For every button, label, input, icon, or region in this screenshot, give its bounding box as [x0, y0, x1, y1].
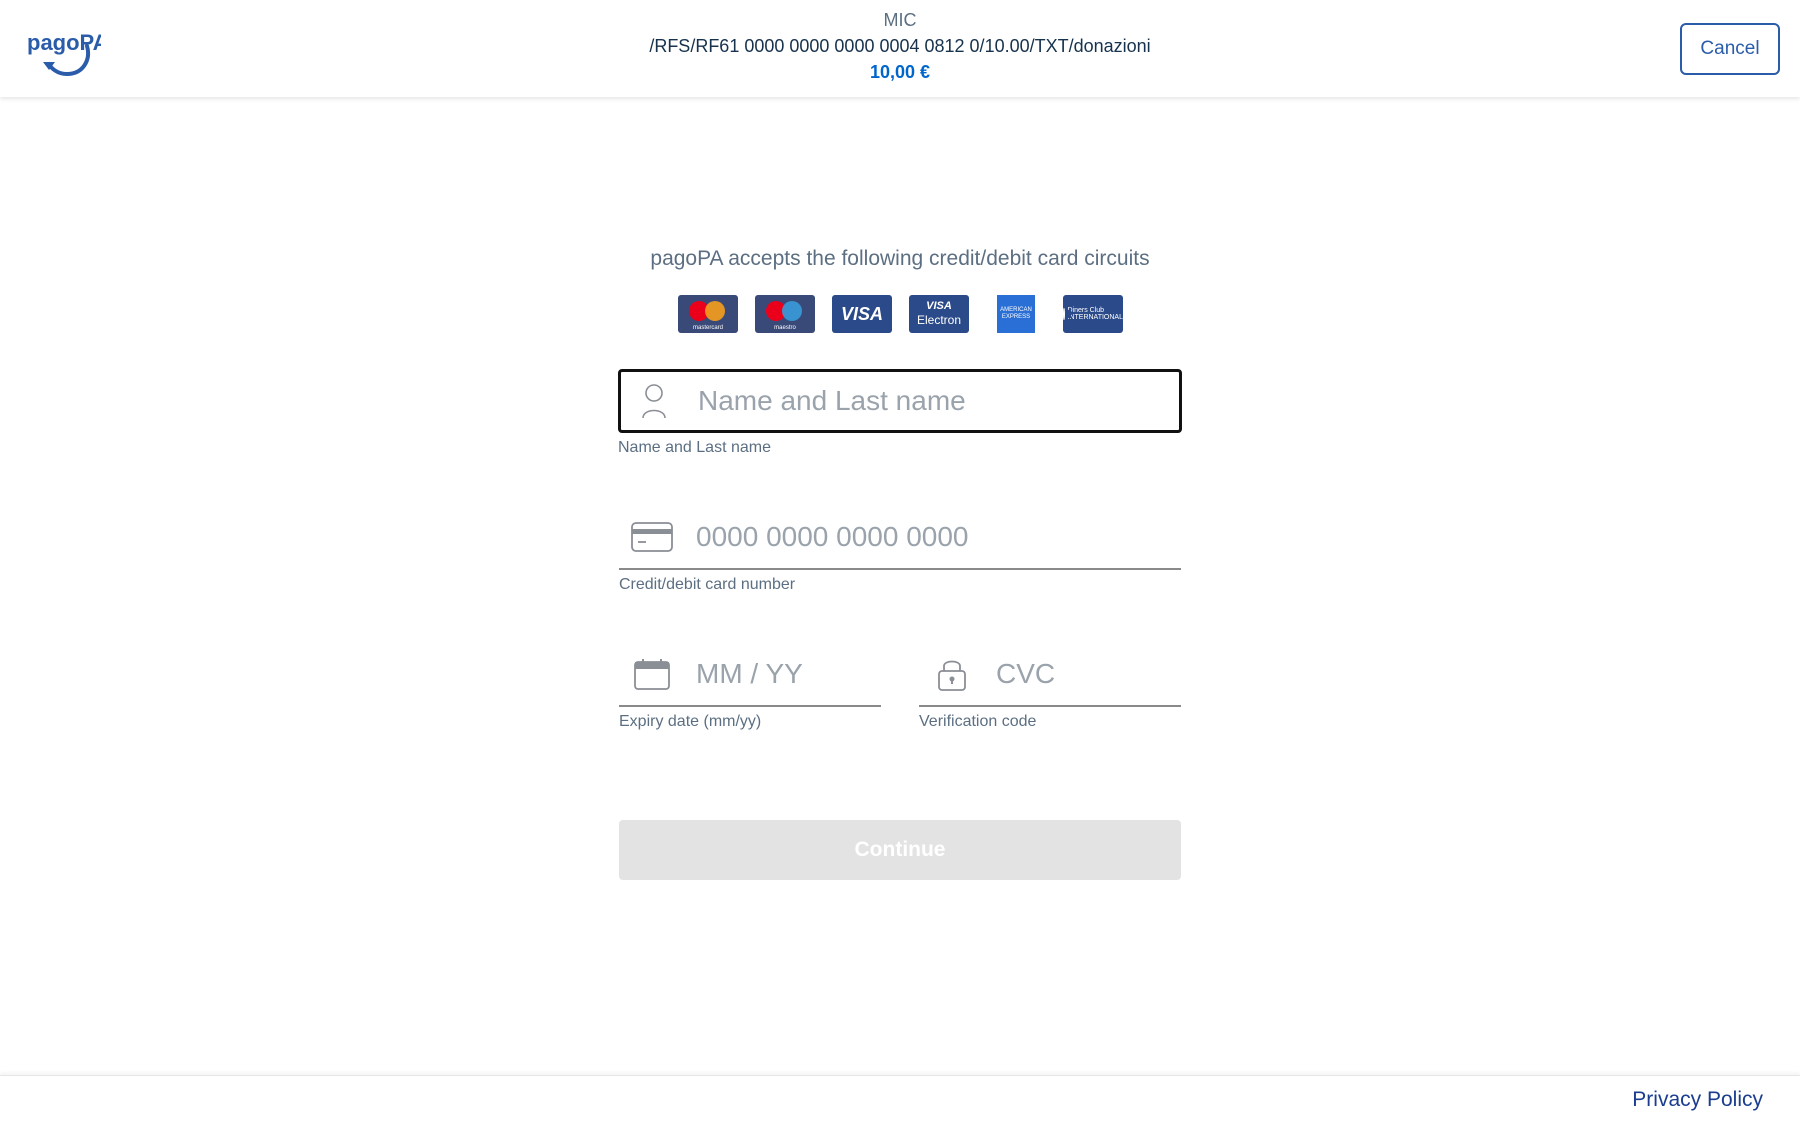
- continue-button[interactable]: Continue: [619, 820, 1181, 880]
- mastercard-logo: mastercard: [678, 295, 738, 333]
- name-field-label: Name and Last name: [618, 439, 771, 456]
- credit-card-icon: [631, 519, 673, 555]
- american-express-logo: AMERICAN EXPRESS: [986, 295, 1046, 333]
- organization-name: MIC: [883, 10, 917, 30]
- card-circuits-list: mastercard maestro VISA VISA Electron AM…: [678, 295, 1123, 333]
- card-number-field-box[interactable]: [619, 506, 1181, 570]
- card-number-field: Credit/debit card number: [619, 506, 1181, 594]
- card-number-input[interactable]: [694, 506, 1171, 568]
- header: pagoPA MIC /RFS/RF61 0000 0000 0000 0004…: [0, 0, 1800, 97]
- user-icon: [633, 383, 675, 419]
- calendar-icon: [631, 656, 673, 692]
- cvc-field-label: Verification code: [919, 713, 1037, 730]
- cvc-field-box[interactable]: [919, 643, 1181, 707]
- visa-logo: VISA: [832, 295, 892, 333]
- circuits-title: pagoPA accepts the following credit/debi…: [650, 247, 1150, 270]
- footer: Privacy Policy: [0, 1075, 1800, 1125]
- lock-icon: [931, 656, 973, 692]
- diners-club-logo: Diners Club INTERNATIONAL: [1063, 295, 1123, 333]
- payment-summary: MIC /RFS/RF61 0000 0000 0000 0004 0812 0…: [600, 8, 1200, 84]
- name-field: Name and Last name: [618, 369, 1182, 457]
- privacy-policy-link[interactable]: Privacy Policy: [1632, 1088, 1763, 1112]
- payment-code: /RFS/RF61 0000 0000 0000 0004 0812 0/10.…: [649, 36, 1151, 56]
- pagopa-logo: pagoPA: [27, 26, 109, 78]
- visa-electron-logo: VISA Electron: [909, 295, 969, 333]
- maestro-logo: maestro: [755, 295, 815, 333]
- card-number-field-label: Credit/debit card number: [619, 576, 796, 593]
- expiry-input[interactable]: [694, 643, 871, 705]
- cvc-field: Verification code: [919, 643, 1181, 731]
- card-form-section: pagoPA accepts the following credit/debi…: [0, 97, 1800, 1075]
- name-field-box[interactable]: [618, 369, 1182, 433]
- name-input[interactable]: [696, 372, 1169, 430]
- cancel-button[interactable]: Cancel: [1680, 23, 1780, 75]
- expiry-field-label: Expiry date (mm/yy): [619, 713, 762, 730]
- cvc-input[interactable]: [994, 643, 1171, 705]
- expiry-field: Expiry date (mm/yy): [619, 643, 881, 731]
- payment-amount: 10,00 €: [869, 62, 931, 82]
- expiry-field-box[interactable]: [619, 643, 881, 707]
